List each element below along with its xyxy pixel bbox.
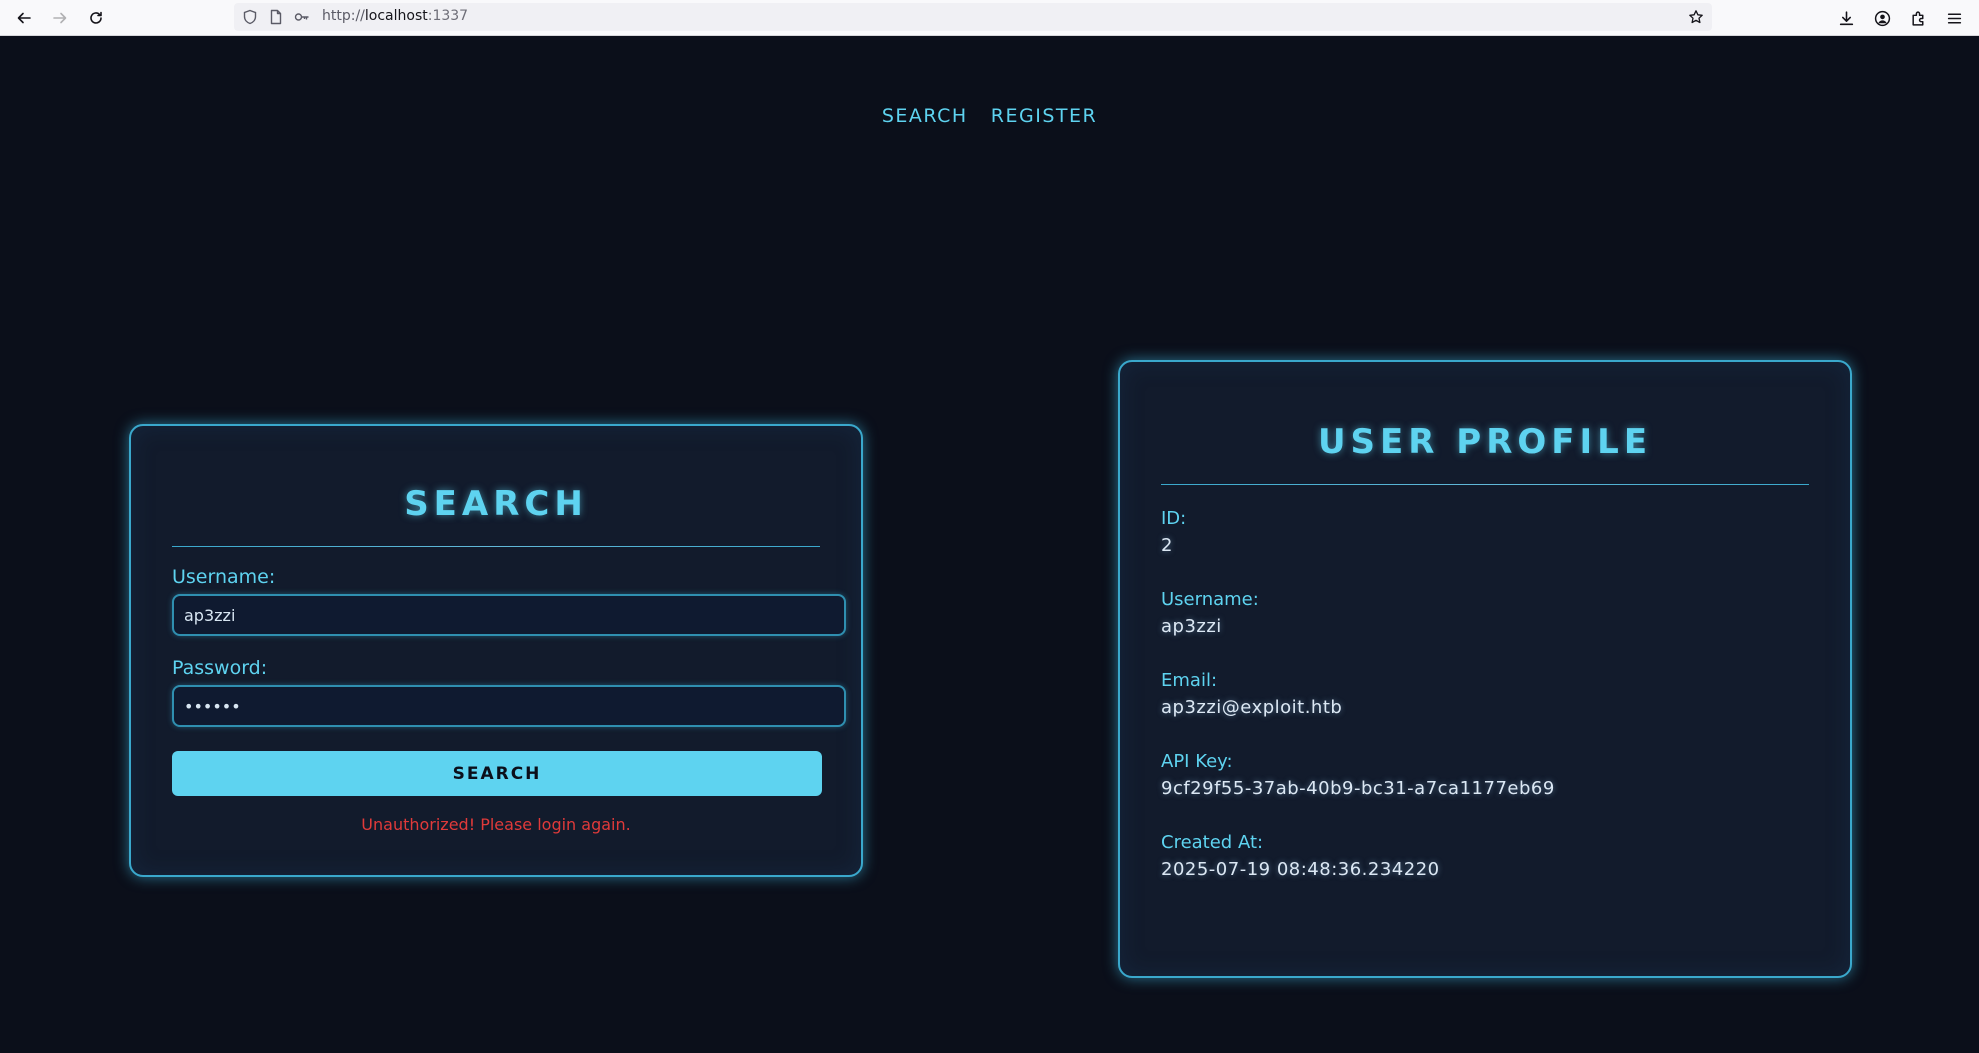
profile-field-created-at: Created At: 2025-07-19 08:48:36.234220 — [1161, 832, 1440, 880]
nav-link-search[interactable]: SEARCH — [882, 105, 968, 127]
profile-field-email: Email: ap3zzi@exploit.htb — [1161, 670, 1342, 718]
password-input[interactable] — [172, 685, 846, 727]
url-text[interactable]: http://localhost:1337 — [322, 8, 468, 24]
account-icon[interactable] — [1868, 4, 1896, 32]
download-icon[interactable] — [1832, 4, 1860, 32]
profile-field-id: ID: 2 — [1161, 508, 1186, 556]
forward-icon[interactable] — [46, 4, 74, 32]
username-label: Username: — [172, 566, 276, 588]
back-icon[interactable] — [10, 4, 38, 32]
profile-value: 2025-07-19 08:48:36.234220 — [1161, 859, 1440, 880]
address-bar[interactable]: http://localhost:1337 — [234, 3, 1712, 31]
profile-label: Email: — [1161, 670, 1218, 691]
profile-value: ap3zzi — [1161, 616, 1222, 637]
password-label: Password: — [172, 657, 268, 679]
top-nav: SEARCH REGISTER — [0, 105, 1979, 127]
profile-card: USER PROFILE ID: 2 Username: ap3zzi Emai… — [1118, 360, 1852, 978]
key-icon[interactable] — [294, 9, 310, 25]
extensions-icon[interactable] — [1904, 4, 1932, 32]
profile-value: ap3zzi@exploit.htb — [1161, 697, 1343, 718]
profile-divider — [1161, 484, 1809, 485]
error-message: Unauthorized! Please login again. — [361, 815, 631, 834]
page-icon[interactable] — [268, 9, 284, 25]
profile-label: ID: — [1161, 508, 1187, 529]
profile-label: Created At: — [1161, 832, 1264, 853]
browser-toolbar: http://localhost:1337 — [0, 0, 1979, 36]
profile-label: Username: — [1161, 589, 1259, 610]
profile-field-api-key: API Key: 9cf29f55-37ab-40b9-bc31-a7ca117… — [1161, 751, 1555, 799]
bookmark-star-icon[interactable] — [1688, 9, 1704, 25]
nav-link-register[interactable]: REGISTER — [991, 105, 1097, 127]
search-card-title: SEARCH — [404, 484, 588, 524]
page-body: SEARCH REGISTER SEARCH Username: Passwor… — [0, 37, 1979, 1053]
profile-card-title: USER PROFILE — [1317, 422, 1653, 462]
username-input[interactable] — [172, 594, 846, 636]
profile-label: API Key: — [1161, 751, 1233, 772]
profile-field-username: Username: ap3zzi — [1161, 589, 1259, 637]
search-divider — [172, 546, 820, 547]
profile-value: 2 — [1161, 535, 1173, 556]
menu-icon[interactable] — [1940, 4, 1968, 32]
search-button[interactable]: SEARCH — [172, 751, 822, 796]
shield-icon[interactable] — [242, 9, 258, 25]
profile-value: 9cf29f55-37ab-40b9-bc31-a7ca1177eb69 — [1161, 778, 1555, 799]
reload-icon[interactable] — [82, 4, 110, 32]
search-card: SEARCH Username: Password: SEARCH Unauth… — [129, 424, 863, 877]
